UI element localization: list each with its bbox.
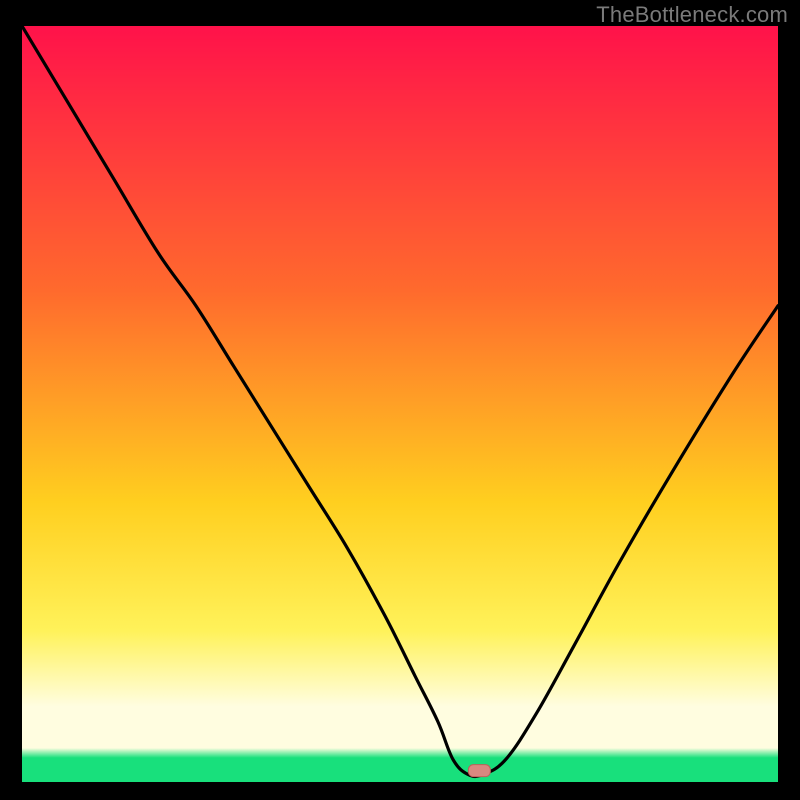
- bottleneck-chart: [22, 26, 778, 782]
- plot-area-wrapper: [22, 26, 778, 782]
- gradient-background: [22, 26, 778, 782]
- chart-frame: TheBottleneck.com: [0, 0, 800, 800]
- optimal-point-marker: [468, 765, 490, 777]
- watermark-text: TheBottleneck.com: [596, 2, 788, 28]
